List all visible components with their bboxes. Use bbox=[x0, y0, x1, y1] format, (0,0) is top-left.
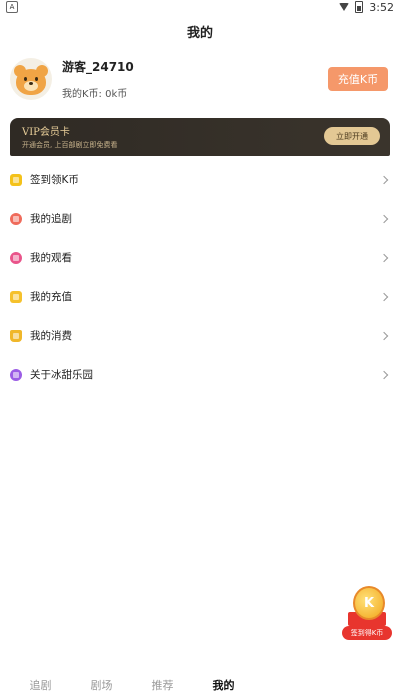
spend-icon bbox=[10, 329, 22, 342]
gold-coin-icon: K bbox=[353, 586, 385, 620]
chevron-right-icon bbox=[379, 292, 389, 301]
menu-item-label: 我的追剧 bbox=[30, 213, 72, 225]
chevron-right-icon bbox=[379, 253, 389, 262]
menu-item-label: 签到领K币 bbox=[30, 174, 79, 186]
page-title: 我的 bbox=[186, 26, 213, 41]
menu-list: 签到领K币 我的追剧 我的观看 我的充值 我的消费 关于冰甜乐园 bbox=[0, 160, 400, 394]
wifi-icon bbox=[339, 3, 350, 11]
battery-icon bbox=[355, 1, 364, 13]
username: 游客_24710 bbox=[62, 60, 134, 74]
chevron-right-icon bbox=[379, 331, 389, 340]
chevron-right-icon bbox=[379, 214, 389, 223]
menu-item-label: 我的充值 bbox=[30, 291, 72, 303]
menu-item-recharge[interactable]: 我的充值 bbox=[0, 277, 400, 316]
checkin-reward-button[interactable]: K 签到得K币 bbox=[342, 586, 392, 642]
status-bar: A 3:52 bbox=[0, 0, 400, 14]
bottom-tab-bar: 追剧 剧场 推荐 我的 bbox=[0, 670, 400, 700]
menu-item-follow[interactable]: 我的追剧 bbox=[0, 199, 400, 238]
chevron-right-icon bbox=[379, 175, 389, 184]
recharge-icon bbox=[10, 290, 22, 303]
recharge-kcoin-button[interactable]: 充值K币 bbox=[328, 67, 388, 91]
vip-open-button[interactable]: 立即开通 bbox=[324, 127, 380, 145]
profile-card: 游客_24710 我的K币: 0k币 充值K币 bbox=[0, 54, 400, 104]
tab-follow[interactable]: 追剧 bbox=[10, 677, 71, 693]
bear-eye bbox=[35, 77, 38, 81]
status-time: 3:52 bbox=[369, 0, 394, 14]
info-icon bbox=[10, 368, 22, 381]
tab-recommend[interactable]: 推荐 bbox=[132, 677, 193, 693]
history-icon bbox=[10, 251, 22, 264]
vip-subtitle: 开通会员, 上百部剧立即免费看 bbox=[22, 141, 118, 149]
reward-label: 签到得K币 bbox=[342, 626, 392, 640]
menu-item-label: 我的消费 bbox=[30, 330, 72, 342]
vip-card[interactable]: VIP会员卡 开通会员, 上百部剧立即免费看 立即开通 bbox=[10, 118, 390, 156]
avatar[interactable] bbox=[10, 58, 52, 100]
tab-mine[interactable]: 我的 bbox=[193, 677, 254, 693]
menu-item-label: 关于冰甜乐园 bbox=[30, 369, 93, 381]
bear-nose bbox=[29, 82, 33, 85]
vip-title: VIP会员卡 bbox=[22, 127, 70, 138]
follow-icon bbox=[10, 212, 22, 225]
bear-eye bbox=[24, 77, 27, 81]
menu-item-about[interactable]: 关于冰甜乐园 bbox=[0, 355, 400, 394]
sim-icon: A bbox=[6, 1, 18, 13]
chevron-right-icon bbox=[379, 370, 389, 379]
menu-item-label: 我的观看 bbox=[30, 252, 72, 264]
menu-item-spend[interactable]: 我的消费 bbox=[0, 316, 400, 355]
menu-item-checkin[interactable]: 签到领K币 bbox=[0, 160, 400, 199]
checkin-icon bbox=[10, 173, 22, 186]
kcoin-balance: 我的K币: 0k币 bbox=[62, 89, 128, 100]
menu-item-history[interactable]: 我的观看 bbox=[0, 238, 400, 277]
tab-theater[interactable]: 剧场 bbox=[71, 677, 132, 693]
